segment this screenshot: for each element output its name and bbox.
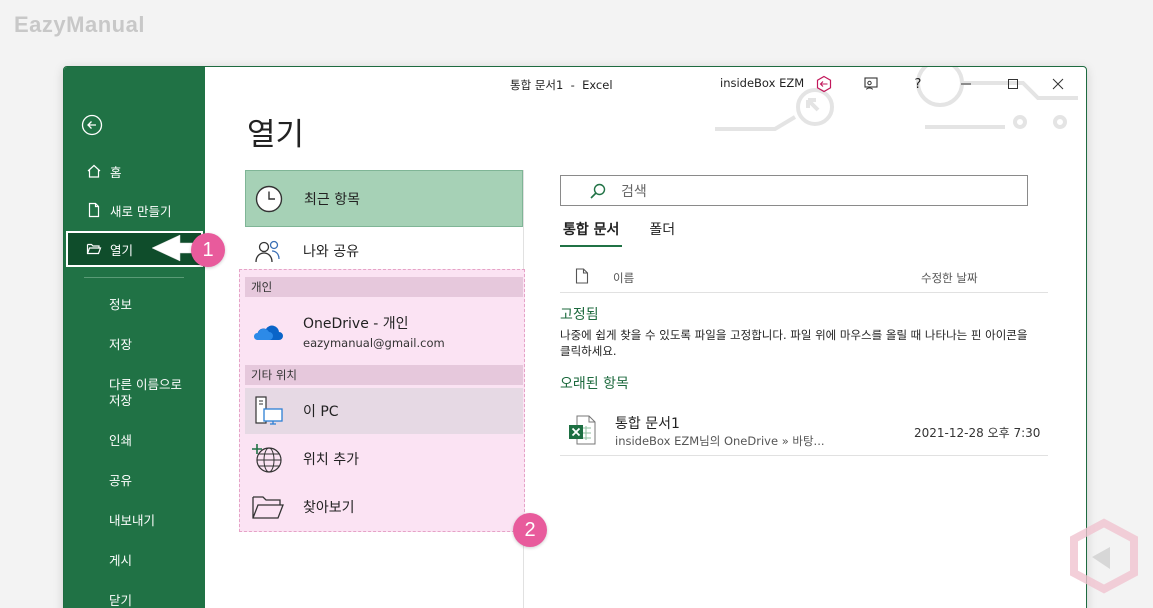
tab-folders[interactable]: 폴더 bbox=[646, 219, 678, 247]
home-icon bbox=[86, 163, 102, 179]
open-folder-icon bbox=[86, 241, 102, 257]
sidebar-item-label: 홈 bbox=[110, 164, 122, 180]
location-label: 찾아보기 bbox=[303, 500, 355, 516]
onedrive-cloud-icon bbox=[251, 314, 285, 348]
watermark-logo: EazyManual bbox=[14, 12, 145, 37]
page-title: 열기 bbox=[247, 117, 305, 153]
new-document-icon bbox=[86, 202, 102, 218]
sidebar-item-label: 열기 bbox=[110, 242, 134, 258]
computer-icon bbox=[251, 394, 285, 428]
location-recent[interactable]: 최근 항목 bbox=[245, 170, 523, 227]
sidebar-item-new[interactable]: 새로 만들기 bbox=[64, 192, 205, 228]
feedback-icon[interactable] bbox=[860, 73, 882, 95]
account-email: eazymanual@gmail.com bbox=[303, 335, 445, 350]
location-label: 나와 공유 bbox=[303, 244, 359, 260]
file-path: insideBox EZM님의 OneDrive » 바탕... bbox=[615, 434, 825, 448]
title-bar: 통합 문서1 - Excel insideBox EZM ? bbox=[205, 67, 1086, 131]
file-modified-date: 2021-12-28 오후 7:30 bbox=[914, 426, 1041, 440]
group-header-personal: 개인 bbox=[245, 277, 523, 297]
file-name: 통합 문서1 bbox=[615, 416, 680, 432]
sidebar-item-info[interactable]: 정보 bbox=[109, 297, 132, 313]
step-badge-1: 1 bbox=[191, 233, 225, 267]
sidebar-item-home[interactable]: 홈 bbox=[64, 153, 205, 189]
file-tabs: 통합 문서 폴더 bbox=[560, 219, 702, 247]
tab-workbooks[interactable]: 통합 문서 bbox=[560, 219, 623, 247]
globe-add-icon bbox=[251, 442, 285, 476]
maximize-icon[interactable] bbox=[1002, 73, 1024, 95]
file-list-header: 이름 수정한 날짜 bbox=[560, 265, 1048, 293]
sidebar-item-share[interactable]: 공유 bbox=[109, 473, 132, 489]
sidebar-item-label: 다른 이름으로 bbox=[109, 377, 182, 392]
column-header-date[interactable]: 수정한 날짜 bbox=[921, 270, 978, 286]
pinned-description: 나중에 쉽게 찾을 수 있도록 파일을 고정합니다. 파일 위에 마우스를 올릴… bbox=[560, 328, 1028, 358]
file-type-icon[interactable] bbox=[575, 268, 589, 284]
sidebar-item-export[interactable]: 내보내기 bbox=[109, 513, 155, 529]
sidebar-item-print[interactable]: 인쇄 bbox=[109, 433, 132, 449]
minimize-icon[interactable] bbox=[955, 73, 977, 95]
search-input[interactable]: 검색 bbox=[560, 175, 1028, 206]
back-arrow-icon[interactable] bbox=[81, 114, 103, 136]
excel-window: 홈 새로 만들기 열기 정보 저장 다른 이름으로 저장 인쇄 공유 내보내기 … bbox=[63, 66, 1087, 608]
location-panel: 최근 항목 나와 공유 개인 OneDrive - 개인 eazymanual@… bbox=[239, 170, 525, 608]
search-placeholder: 검색 bbox=[621, 183, 647, 200]
search-icon bbox=[590, 183, 606, 199]
browse-folder-icon bbox=[251, 490, 285, 524]
location-label: OneDrive - 개인 bbox=[303, 315, 409, 332]
close-icon[interactable] bbox=[1047, 73, 1069, 95]
corner-logo-icon bbox=[1070, 518, 1138, 594]
hexagon-icon[interactable] bbox=[813, 73, 835, 95]
location-label: 최근 항목 bbox=[304, 191, 360, 208]
location-this-pc[interactable]: 이 PC bbox=[245, 388, 523, 434]
sidebar-item-save-as[interactable]: 다른 이름으로 저장 bbox=[109, 377, 182, 409]
window-title: 통합 문서1 - Excel bbox=[510, 78, 613, 92]
clock-icon bbox=[252, 182, 286, 216]
people-icon bbox=[251, 234, 285, 268]
sidebar-item-close[interactable]: 닫기 bbox=[109, 593, 132, 608]
sidebar-item-label: 저장 bbox=[109, 393, 133, 408]
sidebar-item-save[interactable]: 저장 bbox=[109, 337, 132, 353]
sidebar-divider bbox=[84, 277, 184, 278]
file-row[interactable]: 통합 문서1 insideBox EZM님의 OneDrive » 바탕... … bbox=[560, 406, 1048, 456]
location-shared[interactable]: 나와 공유 bbox=[245, 230, 523, 272]
step-badge-2: 2 bbox=[513, 513, 547, 547]
location-browse[interactable]: 찾아보기 bbox=[245, 484, 523, 530]
excel-file-icon bbox=[569, 415, 596, 445]
location-label: 이 PC bbox=[303, 404, 339, 420]
account-name[interactable]: insideBox EZM bbox=[720, 76, 804, 90]
help-button[interactable]: ? bbox=[907, 73, 929, 95]
sidebar-item-label: 새로 만들기 bbox=[110, 203, 172, 219]
column-header-name[interactable]: 이름 bbox=[613, 270, 634, 286]
backstage-sidebar: 홈 새로 만들기 열기 정보 저장 다른 이름으로 저장 인쇄 공유 내보내기 … bbox=[64, 67, 205, 608]
location-label: 위치 추가 bbox=[303, 452, 359, 468]
location-add-place[interactable]: 위치 추가 bbox=[245, 436, 523, 482]
pinned-section-title: 고정됨 bbox=[560, 307, 599, 323]
location-onedrive[interactable]: OneDrive - 개인 eazymanual@gmail.com bbox=[245, 306, 523, 356]
older-section-title: 오래된 항목 bbox=[560, 376, 629, 392]
group-header-other: 기타 위치 bbox=[245, 365, 523, 385]
sidebar-item-publish[interactable]: 게시 bbox=[109, 553, 132, 569]
